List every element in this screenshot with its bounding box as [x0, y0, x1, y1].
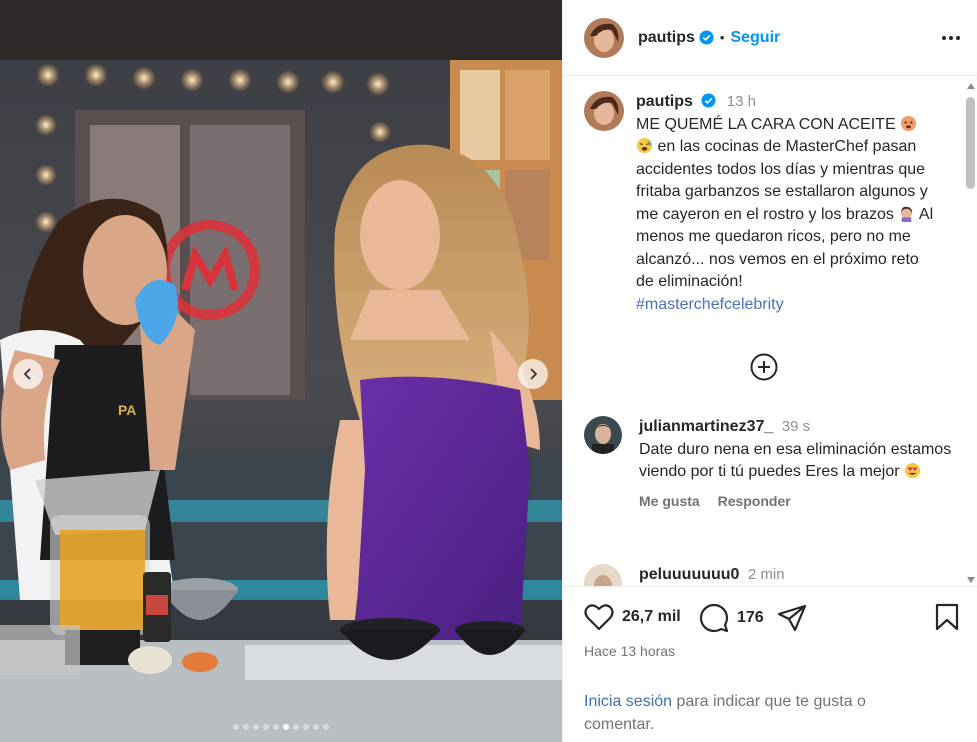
comment-item: peluuuuuuu0 2 min — [584, 564, 954, 586]
post-media[interactable]: PA — [0, 0, 562, 742]
tired-face-emoji-icon — [636, 137, 653, 154]
carousel-prev-button[interactable] — [13, 359, 43, 389]
carousel-dot — [313, 724, 319, 730]
post-caption: pautips 13 h ME QUEMÉ LA CARA CON ACEITE… — [563, 76, 965, 316]
username[interactable]: pautips — [638, 29, 695, 47]
comment-reply-button[interactable]: Responder — [718, 493, 791, 509]
comment-avatar[interactable] — [584, 416, 622, 454]
comments-count: 176 — [737, 609, 764, 626]
carousel-dot — [243, 724, 249, 730]
caption-text: en las cocinas de MasterChef pasan accid… — [636, 138, 928, 223]
comment-like-button[interactable]: Me gusta — [639, 493, 700, 509]
heart-icon — [584, 604, 614, 631]
save-button[interactable] — [935, 603, 959, 631]
carousel-next-button[interactable] — [518, 359, 548, 389]
caption-headline: ME QUEMÉ LA CARA CON ACEITE — [636, 115, 896, 133]
caption-avatar[interactable] — [584, 91, 624, 131]
share-button[interactable] — [777, 603, 807, 633]
like-button[interactable]: 26,7 mil — [584, 603, 681, 631]
verified-icon — [701, 93, 716, 108]
follow-button[interactable]: Seguir — [730, 29, 780, 47]
verified-icon — [699, 30, 714, 45]
carousel-dot — [303, 724, 309, 730]
comments-list[interactable]: pautips 13 h ME QUEMÉ LA CARA CON ACEITE… — [563, 76, 965, 586]
woman-facepalming-emoji-icon — [901, 206, 913, 222]
caption-time[interactable]: 13 h — [727, 93, 756, 110]
post-photo: PA — [0, 0, 562, 742]
avatar[interactable] — [584, 17, 624, 58]
comments-scrollbar[interactable] — [964, 83, 977, 583]
carousel-dot — [233, 724, 239, 730]
add-circle-icon[interactable] — [750, 353, 778, 381]
chevron-left-icon — [23, 368, 31, 380]
comment-username[interactable]: peluuuuuuu0 — [639, 566, 739, 583]
comment-time: 39 s — [781, 418, 811, 435]
comment-item: julianmartinez37_ 39 s Date duro nena en… — [584, 416, 954, 512]
comment-time: 2 min — [747, 566, 785, 583]
scroll-up-arrow[interactable] — [967, 83, 975, 89]
separator: • — [719, 30, 725, 45]
carousel-dot — [283, 724, 289, 730]
login-link[interactable]: Inicia sesión — [584, 693, 672, 710]
comment-username[interactable]: julianmartinez37_ — [639, 418, 773, 435]
scroll-down-arrow[interactable] — [967, 577, 975, 583]
comment-button[interactable]: 176 — [699, 603, 764, 633]
hot-face-emoji-icon — [901, 115, 917, 131]
chevron-right-icon — [530, 368, 538, 380]
svg-text:PA: PA — [118, 402, 136, 418]
post-timestamp[interactable]: Hace 13 horas — [584, 643, 675, 659]
post-details-panel: pautips • Seguir pautips 13 h ME QUEMÉ L… — [562, 0, 977, 742]
more-options-icon[interactable] — [941, 26, 961, 50]
login-prompt: Inicia sesión para indicar que te gusta … — [584, 691, 924, 736]
post-header: pautips • Seguir — [563, 0, 977, 76]
heart-eyes-emoji-icon — [904, 462, 921, 479]
carousel-dot — [273, 724, 279, 730]
carousel-indicator — [0, 724, 562, 730]
caption-username[interactable]: pautips — [636, 93, 693, 110]
comment-avatar[interactable] — [584, 564, 622, 586]
carousel-dot — [253, 724, 259, 730]
carousel-dot — [293, 724, 299, 730]
comment-icon — [699, 603, 729, 633]
post-actions: 26,7 mil 176 Hace 13 horas Inicia sesión… — [563, 586, 977, 733]
share-icon — [777, 604, 807, 632]
carousel-dot — [323, 724, 329, 730]
carousel-dot — [263, 724, 269, 730]
scroll-thumb[interactable] — [966, 97, 975, 189]
hashtag-link[interactable]: #masterchefcelebrity — [636, 296, 784, 313]
bookmark-icon — [935, 603, 959, 631]
likes-count[interactable]: 26,7 mil — [622, 608, 681, 626]
